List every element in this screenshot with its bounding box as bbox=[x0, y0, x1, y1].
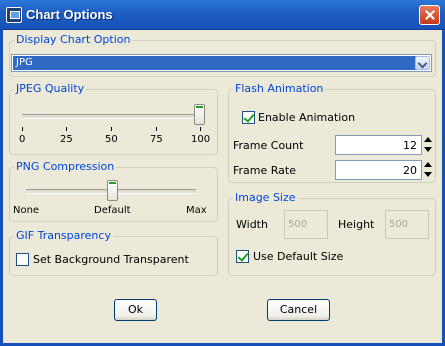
jpeg-tick-label: 75 bbox=[150, 134, 163, 145]
width-label: Width bbox=[236, 218, 268, 231]
use-default-size-checkbox[interactable] bbox=[236, 250, 249, 263]
image-size-label: Image Size bbox=[233, 191, 298, 204]
enable-animation-checkbox[interactable] bbox=[242, 111, 255, 124]
window-title: Chart Options bbox=[26, 7, 113, 22]
frame-rate-label: Frame Rate bbox=[233, 164, 296, 177]
frame-count-label: Frame Count bbox=[233, 139, 304, 152]
jpeg-tick-label: 25 bbox=[60, 134, 73, 145]
use-default-size-label[interactable]: Use Default Size bbox=[253, 250, 343, 263]
spin-down-icon[interactable] bbox=[423, 170, 433, 180]
jpeg-tick-label: 50 bbox=[105, 134, 118, 145]
spin-down-icon[interactable] bbox=[423, 145, 433, 155]
app-icon bbox=[6, 7, 22, 23]
jpeg-quality-group: JPEG Quality bbox=[9, 82, 218, 155]
set-background-transparent-label[interactable]: Set Background Transparent bbox=[33, 253, 189, 266]
png-tick-none: None bbox=[13, 205, 40, 216]
frame-rate-input[interactable]: 20 bbox=[335, 160, 422, 180]
frame-count-spinner bbox=[423, 135, 433, 155]
frame-rate-spinner bbox=[423, 160, 433, 180]
display-chart-option-select[interactable]: JPG bbox=[11, 54, 432, 72]
spin-up-icon[interactable] bbox=[423, 135, 433, 145]
png-tick-max: Max bbox=[186, 205, 207, 216]
set-background-transparent-checkbox[interactable] bbox=[16, 253, 29, 266]
height-input[interactable]: 500 bbox=[385, 210, 429, 239]
ok-button[interactable]: Ok bbox=[114, 299, 157, 321]
frame-rate-value: 20 bbox=[403, 164, 417, 177]
jpeg-tick-75 bbox=[156, 127, 157, 131]
jpeg-tick-50 bbox=[111, 127, 112, 131]
jpeg-tick-25 bbox=[66, 127, 67, 131]
jpeg-tick-label: 100 bbox=[191, 134, 211, 145]
height-label: Height bbox=[338, 218, 375, 231]
width-input[interactable]: 500 bbox=[284, 210, 328, 239]
frame-count-value: 12 bbox=[403, 139, 417, 152]
jpeg-tick-0 bbox=[22, 127, 23, 131]
png-compression-slider-thumb[interactable] bbox=[107, 180, 118, 201]
close-button[interactable] bbox=[419, 5, 440, 25]
gif-transparency-label: GIF Transparency bbox=[14, 229, 113, 242]
chevron-down-icon[interactable] bbox=[415, 56, 430, 70]
selected-format: JPG bbox=[13, 56, 417, 70]
cancel-button[interactable]: Cancel bbox=[267, 299, 330, 321]
jpeg-quality-label: JPEG Quality bbox=[14, 82, 87, 95]
title-bar: Chart Options bbox=[0, 0, 445, 30]
display-chart-option-label: Display Chart Option bbox=[14, 33, 133, 46]
enable-animation-label[interactable]: Enable Animation bbox=[258, 111, 355, 124]
jpeg-tick-100 bbox=[200, 127, 201, 131]
png-tick-default: Default bbox=[94, 205, 131, 216]
jpeg-quality-slider-thumb[interactable] bbox=[194, 104, 205, 125]
frame-count-input[interactable]: 12 bbox=[335, 135, 422, 155]
jpeg-tick-label: 0 bbox=[19, 134, 26, 145]
window-border-left bbox=[0, 30, 3, 346]
png-compression-label: PNG Compression bbox=[14, 160, 117, 173]
jpeg-quality-track bbox=[22, 114, 205, 119]
spin-up-icon[interactable] bbox=[423, 160, 433, 170]
flash-animation-label: Flash Animation bbox=[233, 82, 326, 95]
